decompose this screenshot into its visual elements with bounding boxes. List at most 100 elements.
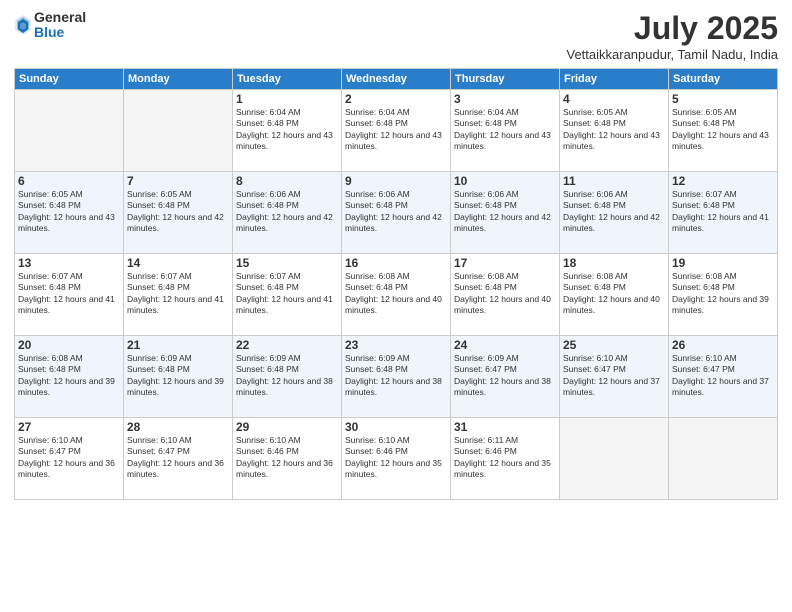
day-info: Sunrise: 6:07 AMSunset: 6:48 PMDaylight:… bbox=[672, 189, 774, 235]
day-info: Sunrise: 6:05 AMSunset: 6:48 PMDaylight:… bbox=[563, 107, 665, 153]
table-row: 14Sunrise: 6:07 AMSunset: 6:48 PMDayligh… bbox=[124, 254, 233, 336]
table-row: 17Sunrise: 6:08 AMSunset: 6:48 PMDayligh… bbox=[451, 254, 560, 336]
day-info: Sunrise: 6:11 AMSunset: 6:46 PMDaylight:… bbox=[454, 435, 556, 481]
day-number: 4 bbox=[563, 92, 665, 106]
table-row: 23Sunrise: 6:09 AMSunset: 6:48 PMDayligh… bbox=[342, 336, 451, 418]
page: General Blue July 2025 Vettaikkaranpudur… bbox=[0, 0, 792, 612]
table-row: 5Sunrise: 6:05 AMSunset: 6:48 PMDaylight… bbox=[669, 90, 778, 172]
table-row bbox=[560, 418, 669, 500]
day-info: Sunrise: 6:10 AMSunset: 6:47 PMDaylight:… bbox=[127, 435, 229, 481]
header-friday: Friday bbox=[560, 69, 669, 90]
day-number: 11 bbox=[563, 174, 665, 188]
table-row: 26Sunrise: 6:10 AMSunset: 6:47 PMDayligh… bbox=[669, 336, 778, 418]
table-row: 25Sunrise: 6:10 AMSunset: 6:47 PMDayligh… bbox=[560, 336, 669, 418]
day-info: Sunrise: 6:05 AMSunset: 6:48 PMDaylight:… bbox=[127, 189, 229, 235]
day-number: 8 bbox=[236, 174, 338, 188]
day-number: 1 bbox=[236, 92, 338, 106]
day-number: 27 bbox=[18, 420, 120, 434]
title-section: July 2025 Vettaikkaranpudur, Tamil Nadu,… bbox=[566, 10, 778, 62]
day-number: 19 bbox=[672, 256, 774, 270]
header-wednesday: Wednesday bbox=[342, 69, 451, 90]
header-tuesday: Tuesday bbox=[233, 69, 342, 90]
day-info: Sunrise: 6:09 AMSunset: 6:48 PMDaylight:… bbox=[345, 353, 447, 399]
table-row: 28Sunrise: 6:10 AMSunset: 6:47 PMDayligh… bbox=[124, 418, 233, 500]
calendar-table: Sunday Monday Tuesday Wednesday Thursday… bbox=[14, 68, 778, 500]
generalblue-logo-icon bbox=[14, 14, 32, 36]
day-info: Sunrise: 6:04 AMSunset: 6:48 PMDaylight:… bbox=[345, 107, 447, 153]
calendar-week-2: 6Sunrise: 6:05 AMSunset: 6:48 PMDaylight… bbox=[15, 172, 778, 254]
day-info: Sunrise: 6:04 AMSunset: 6:48 PMDaylight:… bbox=[236, 107, 338, 153]
day-info: Sunrise: 6:06 AMSunset: 6:48 PMDaylight:… bbox=[563, 189, 665, 235]
table-row: 1Sunrise: 6:04 AMSunset: 6:48 PMDaylight… bbox=[233, 90, 342, 172]
table-row bbox=[15, 90, 124, 172]
location-text: Vettaikkaranpudur, Tamil Nadu, India bbox=[566, 47, 778, 62]
day-number: 10 bbox=[454, 174, 556, 188]
calendar-week-5: 27Sunrise: 6:10 AMSunset: 6:47 PMDayligh… bbox=[15, 418, 778, 500]
header-monday: Monday bbox=[124, 69, 233, 90]
day-info: Sunrise: 6:05 AMSunset: 6:48 PMDaylight:… bbox=[18, 189, 120, 235]
calendar-week-4: 20Sunrise: 6:08 AMSunset: 6:48 PMDayligh… bbox=[15, 336, 778, 418]
day-info: Sunrise: 6:04 AMSunset: 6:48 PMDaylight:… bbox=[454, 107, 556, 153]
header-thursday: Thursday bbox=[451, 69, 560, 90]
table-row: 31Sunrise: 6:11 AMSunset: 6:46 PMDayligh… bbox=[451, 418, 560, 500]
day-number: 9 bbox=[345, 174, 447, 188]
table-row: 19Sunrise: 6:08 AMSunset: 6:48 PMDayligh… bbox=[669, 254, 778, 336]
calendar-header-row: Sunday Monday Tuesday Wednesday Thursday… bbox=[15, 69, 778, 90]
day-info: Sunrise: 6:10 AMSunset: 6:47 PMDaylight:… bbox=[672, 353, 774, 399]
day-info: Sunrise: 6:10 AMSunset: 6:46 PMDaylight:… bbox=[345, 435, 447, 481]
table-row: 7Sunrise: 6:05 AMSunset: 6:48 PMDaylight… bbox=[124, 172, 233, 254]
day-number: 2 bbox=[345, 92, 447, 106]
day-info: Sunrise: 6:10 AMSunset: 6:47 PMDaylight:… bbox=[18, 435, 120, 481]
day-number: 7 bbox=[127, 174, 229, 188]
logo-general-text: General bbox=[34, 10, 86, 25]
table-row: 2Sunrise: 6:04 AMSunset: 6:48 PMDaylight… bbox=[342, 90, 451, 172]
day-number: 26 bbox=[672, 338, 774, 352]
day-number: 3 bbox=[454, 92, 556, 106]
day-number: 22 bbox=[236, 338, 338, 352]
table-row: 3Sunrise: 6:04 AMSunset: 6:48 PMDaylight… bbox=[451, 90, 560, 172]
logo: General Blue bbox=[14, 10, 86, 41]
day-number: 17 bbox=[454, 256, 556, 270]
table-row: 12Sunrise: 6:07 AMSunset: 6:48 PMDayligh… bbox=[669, 172, 778, 254]
table-row: 16Sunrise: 6:08 AMSunset: 6:48 PMDayligh… bbox=[342, 254, 451, 336]
day-number: 14 bbox=[127, 256, 229, 270]
table-row: 6Sunrise: 6:05 AMSunset: 6:48 PMDaylight… bbox=[15, 172, 124, 254]
table-row: 15Sunrise: 6:07 AMSunset: 6:48 PMDayligh… bbox=[233, 254, 342, 336]
day-info: Sunrise: 6:10 AMSunset: 6:46 PMDaylight:… bbox=[236, 435, 338, 481]
day-info: Sunrise: 6:09 AMSunset: 6:47 PMDaylight:… bbox=[454, 353, 556, 399]
header-sunday: Sunday bbox=[15, 69, 124, 90]
day-info: Sunrise: 6:08 AMSunset: 6:48 PMDaylight:… bbox=[563, 271, 665, 317]
day-number: 24 bbox=[454, 338, 556, 352]
day-number: 29 bbox=[236, 420, 338, 434]
day-info: Sunrise: 6:07 AMSunset: 6:48 PMDaylight:… bbox=[18, 271, 120, 317]
day-info: Sunrise: 6:07 AMSunset: 6:48 PMDaylight:… bbox=[127, 271, 229, 317]
table-row: 4Sunrise: 6:05 AMSunset: 6:48 PMDaylight… bbox=[560, 90, 669, 172]
day-number: 25 bbox=[563, 338, 665, 352]
day-info: Sunrise: 6:06 AMSunset: 6:48 PMDaylight:… bbox=[236, 189, 338, 235]
table-row: 24Sunrise: 6:09 AMSunset: 6:47 PMDayligh… bbox=[451, 336, 560, 418]
day-number: 28 bbox=[127, 420, 229, 434]
day-info: Sunrise: 6:06 AMSunset: 6:48 PMDaylight:… bbox=[345, 189, 447, 235]
day-number: 30 bbox=[345, 420, 447, 434]
header-saturday: Saturday bbox=[669, 69, 778, 90]
day-number: 18 bbox=[563, 256, 665, 270]
table-row bbox=[669, 418, 778, 500]
table-row: 11Sunrise: 6:06 AMSunset: 6:48 PMDayligh… bbox=[560, 172, 669, 254]
table-row: 22Sunrise: 6:09 AMSunset: 6:48 PMDayligh… bbox=[233, 336, 342, 418]
table-row: 10Sunrise: 6:06 AMSunset: 6:48 PMDayligh… bbox=[451, 172, 560, 254]
day-info: Sunrise: 6:05 AMSunset: 6:48 PMDaylight:… bbox=[672, 107, 774, 153]
table-row: 27Sunrise: 6:10 AMSunset: 6:47 PMDayligh… bbox=[15, 418, 124, 500]
table-row: 29Sunrise: 6:10 AMSunset: 6:46 PMDayligh… bbox=[233, 418, 342, 500]
table-row bbox=[124, 90, 233, 172]
day-number: 13 bbox=[18, 256, 120, 270]
logo-blue-text: Blue bbox=[34, 25, 86, 40]
day-number: 21 bbox=[127, 338, 229, 352]
day-info: Sunrise: 6:10 AMSunset: 6:47 PMDaylight:… bbox=[563, 353, 665, 399]
day-number: 16 bbox=[345, 256, 447, 270]
table-row: 30Sunrise: 6:10 AMSunset: 6:46 PMDayligh… bbox=[342, 418, 451, 500]
day-info: Sunrise: 6:07 AMSunset: 6:48 PMDaylight:… bbox=[236, 271, 338, 317]
header: General Blue July 2025 Vettaikkaranpudur… bbox=[14, 10, 778, 62]
day-number: 12 bbox=[672, 174, 774, 188]
day-info: Sunrise: 6:08 AMSunset: 6:48 PMDaylight:… bbox=[345, 271, 447, 317]
table-row: 18Sunrise: 6:08 AMSunset: 6:48 PMDayligh… bbox=[560, 254, 669, 336]
